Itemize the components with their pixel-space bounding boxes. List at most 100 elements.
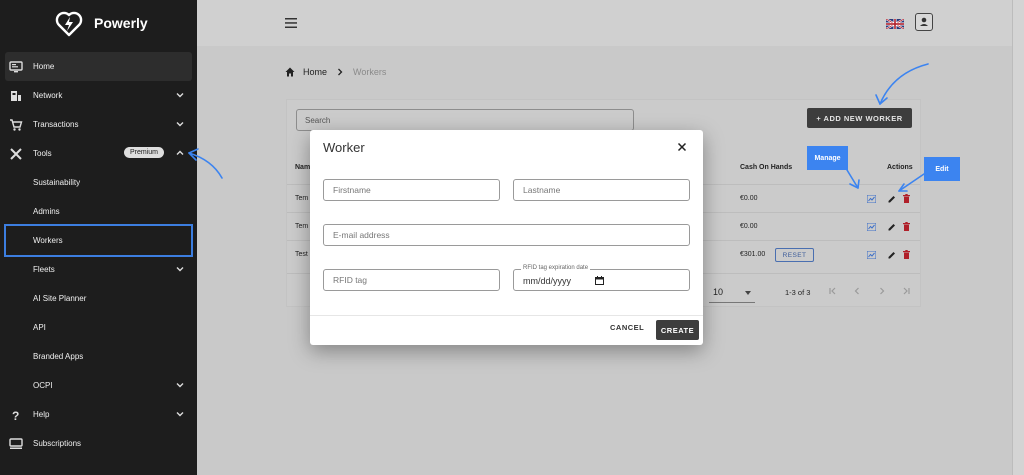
edit-tooltip: Edit	[924, 157, 960, 181]
delete-trash-icon[interactable]	[903, 222, 910, 231]
worker-dialog: Worker Firstname Lastname E-mail address…	[310, 130, 703, 345]
rows-per-page-select[interactable]: 10	[709, 283, 755, 303]
chevron-right-icon	[338, 68, 343, 76]
sidebar-item-ocpi[interactable]: OCPI	[0, 371, 197, 400]
add-new-worker-button[interactable]: + ADD NEW WORKER	[807, 108, 912, 128]
sidebar-item-subscriptions[interactable]: Subscriptions	[0, 429, 197, 458]
rfid-expiration-date-field[interactable]: RFID tag expiration date mm/dd/yyyy	[513, 265, 690, 291]
breadcrumb: Home Workers	[285, 67, 386, 77]
cash-on-hands: €0.00	[740, 223, 758, 230]
sidebar-item-label: Branded Apps	[33, 352, 84, 361]
brand-logo[interactable]: Powerly	[0, 0, 197, 46]
cancel-button[interactable]: CANCEL	[610, 323, 644, 332]
sidebar-item-label: Tools	[33, 149, 52, 158]
delete-trash-icon[interactable]	[903, 194, 910, 203]
dialog-divider	[310, 315, 703, 316]
tools-icon	[10, 148, 22, 160]
rows-per-page-value: 10	[713, 287, 724, 297]
worker-name: Tem	[295, 195, 309, 202]
search-input[interactable]: Search	[296, 109, 634, 131]
chevron-up-icon	[176, 150, 184, 155]
close-icon[interactable]	[677, 142, 687, 152]
chevron-down-icon	[176, 412, 184, 417]
sidebar-item-api[interactable]: API	[0, 313, 197, 342]
column-header-actions: Actions	[887, 164, 913, 171]
chevron-down-icon	[176, 383, 184, 388]
first-page-icon[interactable]	[828, 286, 838, 296]
edit-pencil-icon[interactable]	[888, 223, 896, 231]
premium-badge: Premium	[124, 147, 165, 158]
dialog-title: Worker	[323, 140, 365, 155]
chevron-down-icon	[176, 267, 184, 272]
sidebar-item-workers[interactable]: Workers	[4, 224, 193, 257]
worker-name: Test	[295, 251, 308, 258]
sidebar-item-label: Subscriptions	[33, 439, 82, 448]
worker-name: Tem	[295, 223, 309, 230]
next-page-icon[interactable]	[877, 286, 887, 296]
sidebar-item-sustainability[interactable]: Sustainability	[0, 168, 197, 197]
sidebar-item-tools[interactable]: Tools Premium	[0, 139, 197, 168]
top-bar	[197, 0, 1012, 46]
sidebar-item-label: Transactions	[33, 120, 79, 129]
reset-cash-button[interactable]: RESET	[775, 248, 814, 262]
sidebar-item-admins[interactable]: Admins	[0, 197, 197, 226]
sidebar-item-label: Sustainability	[33, 178, 81, 187]
sidebar-item-label: AI Site Planner	[33, 294, 87, 303]
lastname-field[interactable]: Lastname	[513, 179, 690, 201]
manage-chart-icon[interactable]	[867, 195, 876, 203]
help-icon: ?	[12, 409, 19, 422]
delete-trash-icon[interactable]	[903, 250, 910, 259]
sidebar-item-label: Network	[33, 91, 63, 100]
sidebar-item-label: Home	[33, 62, 55, 71]
column-header-name[interactable]: Nam	[295, 164, 310, 171]
date-placeholder: mm/dd/yyyy	[523, 276, 572, 286]
column-header-cash[interactable]: Cash On Hands	[740, 164, 792, 171]
pagination-range: 1-3 of 3	[785, 288, 811, 297]
dropdown-arrow-icon	[745, 291, 751, 295]
manage-chart-icon[interactable]	[867, 223, 876, 231]
sidebar-item-label: Help	[33, 410, 50, 419]
previous-page-icon[interactable]	[852, 286, 862, 296]
rfid-expiration-label: RFID tag expiration date	[521, 265, 591, 271]
breadcrumb-home[interactable]: Home	[303, 67, 327, 77]
sidebar-item-transactions[interactable]: Transactions	[0, 110, 197, 139]
edit-pencil-icon[interactable]	[888, 195, 896, 203]
powerly-logo-icon	[55, 11, 83, 37]
subscriptions-icon	[9, 438, 23, 449]
svg-text:?: ?	[12, 409, 19, 422]
firstname-field[interactable]: Firstname	[323, 179, 500, 201]
chevron-down-icon	[176, 93, 184, 98]
menu-icon[interactable]	[285, 18, 297, 28]
sidebar-item-label: API	[33, 323, 46, 332]
sidebar-item-network[interactable]: Network	[0, 81, 197, 110]
cart-icon	[10, 119, 23, 131]
sidebar-item-label: Fleets	[33, 265, 55, 274]
user-account-button[interactable]	[915, 13, 933, 31]
brand-name: Powerly	[94, 15, 148, 31]
sidebar-item-home[interactable]: Home	[5, 52, 192, 81]
calendar-icon[interactable]	[595, 276, 604, 285]
manage-chart-icon[interactable]	[867, 251, 876, 259]
cash-on-hands: €0.00	[740, 195, 758, 202]
home-icon[interactable]	[285, 67, 295, 77]
cash-on-hands: €301.00	[740, 251, 766, 258]
manage-tooltip: Manage	[807, 146, 848, 170]
rfid-tag-field[interactable]: RFID tag	[323, 269, 500, 291]
email-field[interactable]: E-mail address	[323, 224, 690, 246]
page-scrollbar[interactable]	[1012, 0, 1024, 475]
create-button[interactable]: CREATE	[656, 320, 699, 340]
breadcrumb-current: Workers	[353, 67, 387, 77]
edit-pencil-icon[interactable]	[888, 251, 896, 259]
uk-flag-icon[interactable]	[886, 19, 904, 29]
last-page-icon[interactable]	[901, 286, 911, 296]
sidebar-item-help[interactable]: ? Help	[0, 400, 197, 429]
sidebar-item-label: Workers	[33, 236, 63, 245]
sidebar-item-label: Admins	[33, 207, 60, 216]
sidebar-nav: Home Network Transactions Tools Premium …	[0, 52, 197, 458]
sidebar-item-fleets[interactable]: Fleets	[0, 255, 197, 284]
sidebar-item-branded-apps[interactable]: Branded Apps	[0, 342, 197, 371]
sidebar-item-ai-site-planner[interactable]: AI Site Planner	[0, 284, 197, 313]
chevron-down-icon	[176, 122, 184, 127]
network-icon	[11, 91, 21, 101]
user-icon	[920, 17, 928, 26]
